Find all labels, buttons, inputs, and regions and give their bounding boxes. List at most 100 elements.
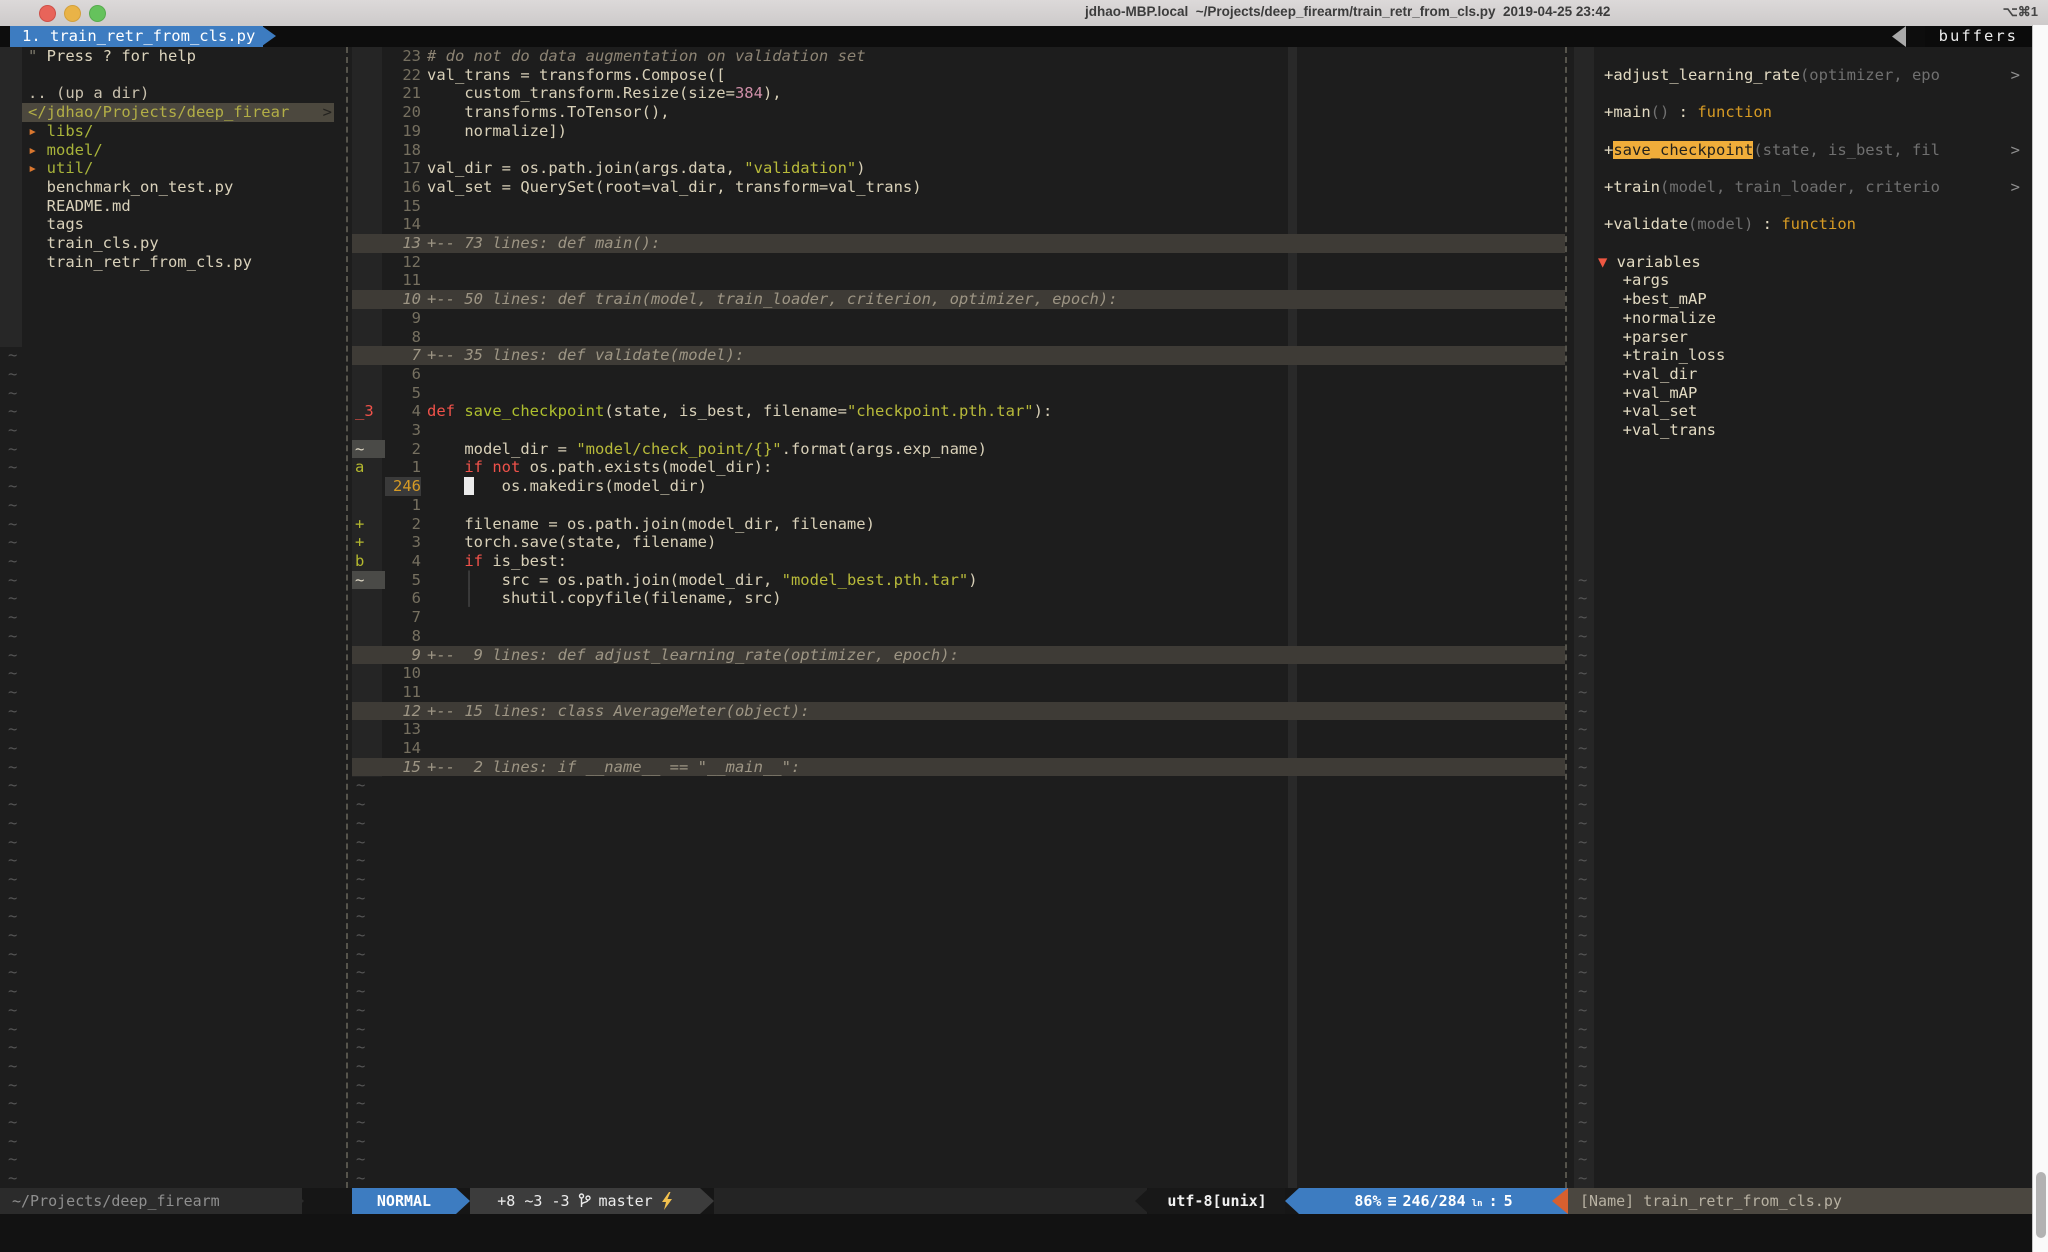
code-token: │ (464, 571, 473, 589)
tag-item[interactable] (1572, 122, 2032, 141)
code-line[interactable]: _34def save_checkpoint(state, is_best, f… (352, 402, 1565, 421)
code-line[interactable]: 7 (352, 608, 1565, 627)
tilde-marker: ~ (8, 589, 17, 607)
truncation-icon: > (2011, 66, 2020, 85)
code-line[interactable]: 15 (352, 197, 1565, 216)
tag-label: +args (1604, 271, 1669, 289)
code-line[interactable]: 246 os.makedirs(model_dir) (352, 477, 1565, 496)
tag-item[interactable] (1572, 159, 2032, 178)
tag-item[interactable]: +main() : function (1572, 103, 2032, 122)
zoom-window-icon[interactable] (89, 5, 106, 22)
tag-item[interactable]: +args (1572, 271, 2032, 290)
code-token: if (464, 458, 483, 476)
code-line[interactable]: ~5 │ src = os.path.join(model_dir, "mode… (352, 571, 1565, 590)
tree-item[interactable]: train_retr_from_cls.py (0, 253, 345, 272)
git-segment: +8 ~3 -3 master (470, 1188, 700, 1214)
code-line[interactable]: 1 (352, 496, 1565, 515)
tag-item[interactable]: +save_checkpoint(state, is_best, fil> (1572, 141, 2032, 160)
tree-item[interactable]: train_cls.py (0, 234, 345, 253)
tree-item[interactable]: benchmark_on_test.py (0, 178, 345, 197)
minimize-window-icon[interactable] (64, 5, 81, 22)
empty-buffer-line: ~ (1572, 1150, 2032, 1169)
folded-code-line[interactable]: 12+-- 15 lines: class AverageMeter(objec… (352, 702, 1565, 721)
code-text (421, 720, 427, 739)
tag-item[interactable]: +best_mAP (1572, 290, 2032, 309)
tag-item[interactable]: +train(model, train_loader, criterio> (1572, 178, 2032, 197)
code-line[interactable]: 20 transforms.ToTensor(), (352, 103, 1565, 122)
tag-item[interactable] (1572, 234, 2032, 253)
folded-code-line[interactable]: 7+-- 35 lines: def validate(model): (352, 346, 1565, 365)
tilde-marker: ~ (356, 1169, 365, 1188)
tag-item[interactable]: ▼ variables (1572, 253, 2032, 272)
code-line[interactable]: +2 filename = os.path.join(model_dir, fi… (352, 515, 1565, 534)
tab-train-retr-from-cls[interactable]: 1. train_retr_from_cls.py (10, 26, 263, 47)
scrollbar-track[interactable] (2032, 25, 2048, 1252)
tree-blank-row (0, 328, 345, 347)
folded-code-line[interactable]: 15+-- 2 lines: if __name__ == "__main__"… (352, 758, 1565, 777)
code-line[interactable]: 18 (352, 141, 1565, 160)
tree-item[interactable]: README.md (0, 197, 345, 216)
empty-buffer-line: ~ (0, 589, 345, 608)
editor-pane[interactable]: 23# do not do data augmentation on valid… (352, 47, 1565, 1188)
tilde-marker: ~ (1578, 720, 1587, 738)
code-line[interactable]: ~2 model_dir = "model/check_point/{}".fo… (352, 440, 1565, 459)
tag-item[interactable]: +val_dir (1572, 365, 2032, 384)
empty-buffer-line: ~ (0, 608, 345, 627)
empty-buffer-line: ~ (352, 795, 1565, 814)
tag-item[interactable]: +validate(model) : function (1572, 215, 2032, 234)
code-line[interactable]: 22val_trans = transforms.Compose([ (352, 66, 1565, 85)
tag-item[interactable]: +val_set (1572, 402, 2032, 421)
tag-item[interactable]: +val_mAP (1572, 384, 2032, 403)
tree-item[interactable]: ▸ model/ (0, 141, 345, 160)
tag-item[interactable]: +normalize (1572, 309, 2032, 328)
folded-code-line[interactable]: 10+-- 50 lines: def train(model, train_l… (352, 290, 1565, 309)
code-line[interactable]: +3 torch.save(state, filename) (352, 533, 1565, 552)
line-number: 16 (385, 178, 421, 197)
code-line[interactable]: 14 (352, 739, 1565, 758)
code-line[interactable]: a1 if not os.path.exists(model_dir): (352, 458, 1565, 477)
vim-command-line[interactable] (0, 1214, 2048, 1252)
tag-item[interactable] (1572, 47, 2032, 66)
tree-item[interactable]: tags (0, 215, 345, 234)
code-line[interactable]: 19 normalize]) (352, 122, 1565, 141)
code-line[interactable]: 11 (352, 683, 1565, 702)
code-line[interactable]: 8 (352, 328, 1565, 347)
code-line[interactable]: 6 (352, 365, 1565, 384)
code-line[interactable]: 23# do not do data augmentation on valid… (352, 47, 1565, 66)
code-line[interactable]: 13 (352, 720, 1565, 739)
code-line[interactable]: 9 (352, 309, 1565, 328)
tag-item[interactable]: +parser (1572, 328, 2032, 347)
code-line[interactable]: 14 (352, 215, 1565, 234)
folded-code-line[interactable]: 9+-- 9 lines: def adjust_learning_rate(o… (352, 646, 1565, 665)
tag-item[interactable] (1572, 84, 2032, 103)
code-line[interactable]: b4 if is_best: (352, 552, 1565, 571)
code-line[interactable]: 17val_dir = os.path.join(args.data, "val… (352, 159, 1565, 178)
code-line[interactable]: 5 (352, 384, 1565, 403)
code-line[interactable]: 8 (352, 627, 1565, 646)
tag-item[interactable]: +train_loss (1572, 346, 2032, 365)
window-separator-left[interactable] (346, 47, 348, 1188)
tree-item[interactable]: .. (up a dir) (0, 84, 345, 103)
window-separator-right[interactable] (1565, 47, 1567, 1188)
code-line[interactable]: 21 custom_transform.Resize(size=384), (352, 84, 1565, 103)
tag-item[interactable] (1572, 197, 2032, 216)
code-line[interactable]: 6 │ shutil.copyfile(filename, src) (352, 589, 1565, 608)
tree-item[interactable]: </jdhao/Projects/deep_firear> (22, 103, 334, 122)
code-line[interactable]: 12 (352, 253, 1565, 272)
tag-item[interactable]: +adjust_learning_rate(optimizer, epo> (1572, 66, 2032, 85)
close-window-icon[interactable] (39, 5, 56, 22)
tag-item[interactable]: +val_trans (1572, 421, 2032, 440)
empty-buffer-line: ~ (0, 814, 345, 833)
code-line[interactable]: 16val_set = QuerySet(root=val_dir, trans… (352, 178, 1565, 197)
code-line[interactable]: 11 (352, 271, 1565, 290)
tilde-marker: ~ (1578, 1150, 1587, 1168)
tree-item[interactable]: ▸ util/ (0, 159, 345, 178)
folded-code-line[interactable]: 13+-- 73 lines: def main(): (352, 234, 1565, 253)
code-line[interactable]: 3 (352, 421, 1565, 440)
code-line[interactable]: 10 (352, 664, 1565, 683)
scrollbar-thumb[interactable] (2036, 1172, 2046, 1238)
tree-item[interactable]: ▸ libs/ (0, 122, 345, 141)
tree-item[interactable]: " Press ? for help (0, 47, 345, 66)
tree-item[interactable] (0, 66, 345, 85)
line-number: 6 (385, 589, 421, 608)
